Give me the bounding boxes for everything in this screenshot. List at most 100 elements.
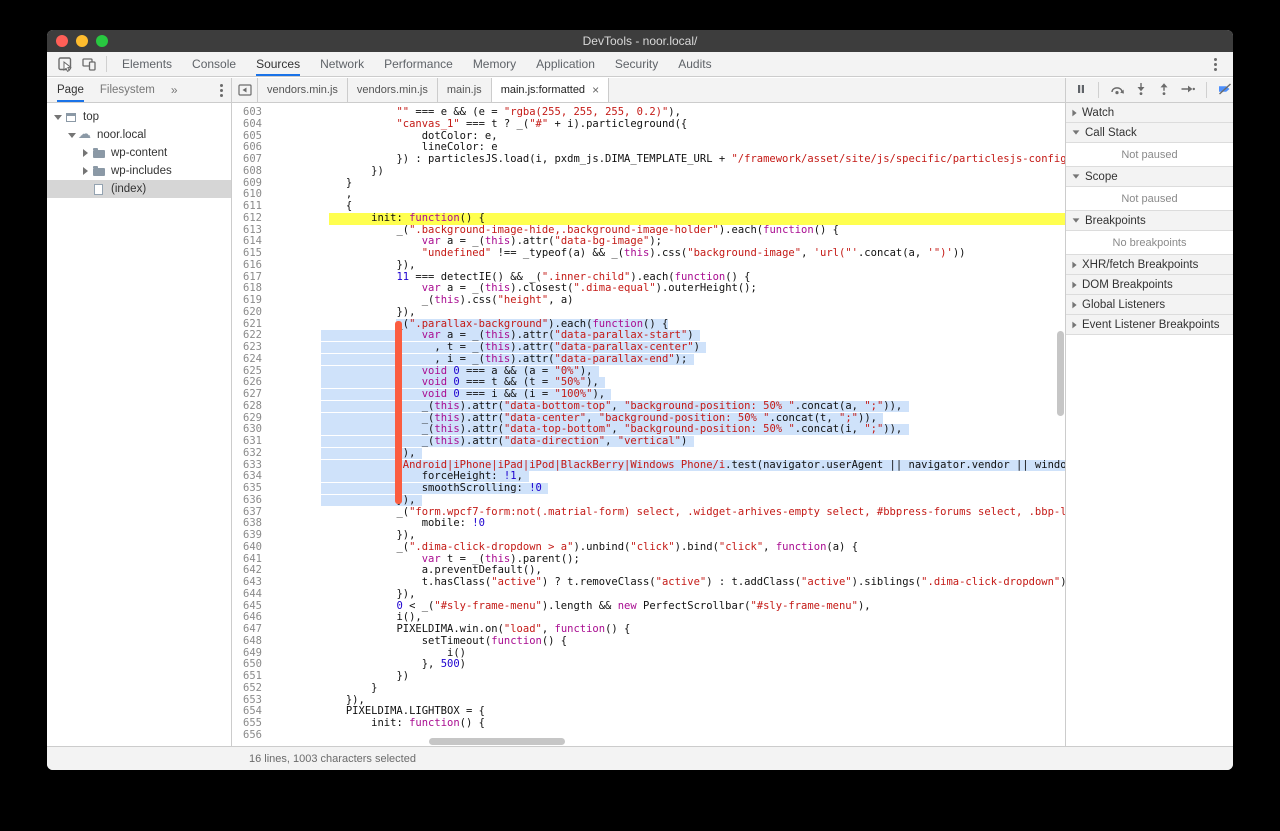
- deactivate-breakpoints-icon[interactable]: [1218, 82, 1232, 98]
- tab-security[interactable]: Security: [605, 52, 668, 76]
- code-line[interactable]: 614 var a = _(this).attr("data-bg-image"…: [232, 236, 1065, 248]
- tree-item-wp-includes[interactable]: wp-includes: [47, 162, 231, 180]
- code-line[interactable]: 650 }, 500): [232, 659, 1065, 671]
- code-line[interactable]: 628 _(this).attr("data-bottom-top", "bac…: [232, 400, 1065, 413]
- step-out-icon[interactable]: [1158, 82, 1170, 98]
- line-number[interactable]: 604: [232, 119, 270, 131]
- line-number[interactable]: 619: [232, 295, 270, 307]
- line-number[interactable]: 616: [232, 260, 270, 272]
- code-line[interactable]: 638 mobile: !0: [232, 518, 1065, 530]
- line-number[interactable]: 627: [232, 389, 270, 401]
- code-line[interactable]: 619 _(this).css("height", a): [232, 295, 1065, 307]
- code-line[interactable]: 646 i(),: [232, 612, 1065, 624]
- line-number[interactable]: 629: [232, 413, 270, 425]
- expand-arrow-icon[interactable]: [80, 149, 91, 157]
- code-line[interactable]: 649 i(): [232, 648, 1065, 660]
- line-number[interactable]: 608: [232, 166, 270, 178]
- code-line[interactable]: 603 "" === e && (e = "rgba(255, 255, 255…: [232, 107, 1065, 119]
- code-line[interactable]: 617 11 === detectIE() && _(".inner-child…: [232, 272, 1065, 284]
- horizontal-scrollbar[interactable]: [429, 738, 565, 745]
- code-line[interactable]: 613 _(".background-image-hide,.backgroun…: [232, 225, 1065, 237]
- code-line[interactable]: 616 }),: [232, 260, 1065, 272]
- tab-sources[interactable]: Sources: [246, 52, 310, 76]
- code-line[interactable]: 611 {: [232, 201, 1065, 213]
- line-number[interactable]: 631: [232, 436, 270, 448]
- code-line[interactable]: 630 _(this).attr("data-top-bottom", "bac…: [232, 424, 1065, 436]
- line-number[interactable]: 635: [232, 483, 270, 495]
- section-header-scope[interactable]: Scope: [1066, 167, 1233, 187]
- close-tab-icon[interactable]: ×: [592, 83, 599, 97]
- more-tabs-icon[interactable]: »: [171, 83, 178, 97]
- tab-application[interactable]: Application: [526, 52, 605, 76]
- section-header-watch[interactable]: Watch: [1066, 103, 1233, 123]
- expand-arrow-icon[interactable]: [80, 167, 91, 175]
- code-line[interactable]: 609 }: [232, 178, 1065, 190]
- code-line[interactable]: 639 }),: [232, 530, 1065, 542]
- line-number[interactable]: 622: [232, 330, 270, 342]
- code-line[interactable]: 645 0 < _("#sly-frame-menu").length && n…: [232, 601, 1065, 613]
- line-number[interactable]: 646: [232, 612, 270, 624]
- inspect-icon[interactable]: [53, 53, 77, 75]
- line-number[interactable]: 605: [232, 131, 270, 143]
- code-line[interactable]: 647 PIXELDIMA.win.on("load", function() …: [232, 624, 1065, 636]
- code-line[interactable]: 623 , t = _(this).attr("data-parallax-ce…: [232, 342, 1065, 354]
- tab-memory[interactable]: Memory: [463, 52, 526, 76]
- expand-arrow-icon[interactable]: [66, 132, 77, 138]
- tab-console[interactable]: Console: [182, 52, 246, 76]
- titlebar[interactable]: DevTools - noor.local/: [47, 30, 1233, 52]
- editor-tab-main-js[interactable]: main.js: [437, 78, 492, 102]
- line-number[interactable]: 623: [232, 342, 270, 354]
- tree-item-wp-content[interactable]: wp-content: [47, 144, 231, 162]
- code-line[interactable]: 610 ,: [232, 189, 1065, 201]
- line-number[interactable]: 648: [232, 636, 270, 648]
- line-number[interactable]: 611: [232, 201, 270, 213]
- tree-item-index[interactable]: (index): [47, 180, 231, 198]
- code-line[interactable]: 656: [232, 730, 1065, 742]
- line-number[interactable]: 650: [232, 659, 270, 671]
- code-line[interactable]: 636 }),: [232, 494, 1065, 507]
- code-line[interactable]: 607 }) : particlesJS.load(i, pxdm_js.DIM…: [232, 154, 1065, 166]
- editor-tab-vendors-min-js[interactable]: vendors.min.js: [258, 78, 348, 102]
- code-line[interactable]: 629 _(this).attr("data-center", "backgro…: [232, 412, 1065, 425]
- code-line[interactable]: 626 void 0 === t && (t = "50%"),: [232, 377, 1065, 389]
- expand-arrow-icon[interactable]: [52, 114, 63, 120]
- code-line[interactable]: 620 }),: [232, 307, 1065, 319]
- line-number[interactable]: 624: [232, 354, 270, 366]
- line-number[interactable]: 643: [232, 577, 270, 589]
- line-number[interactable]: 652: [232, 683, 270, 695]
- line-number[interactable]: 637: [232, 507, 270, 519]
- tab-network[interactable]: Network: [310, 52, 374, 76]
- code-line[interactable]: 651 }): [232, 671, 1065, 683]
- code-line[interactable]: 633 /Android|iPhone|iPad|iPod|BlackBerry…: [232, 459, 1065, 472]
- line-number[interactable]: 642: [232, 565, 270, 577]
- code-line[interactable]: 641 var t = _(this).parent();: [232, 554, 1065, 566]
- line-number[interactable]: 628: [232, 401, 270, 413]
- code-line[interactable]: 618 var a = _(this).closest(".dima-equal…: [232, 283, 1065, 295]
- navigator-more-options-icon[interactable]: [220, 83, 223, 97]
- line-number[interactable]: 656: [232, 730, 270, 742]
- code-line[interactable]: 654 PIXELDIMA.LIGHTBOX = {: [232, 706, 1065, 718]
- line-number[interactable]: 634: [232, 471, 270, 483]
- line-number[interactable]: 603: [232, 107, 270, 119]
- code-line[interactable]: 612 init: function() {: [232, 212, 1065, 225]
- code-line[interactable]: 642 a.preventDefault(),: [232, 565, 1065, 577]
- code-line[interactable]: 622 var a = _(this).attr("data-parallax-…: [232, 330, 1065, 342]
- code-line[interactable]: 624 , i = _(this).attr("data-parallax-en…: [232, 353, 1065, 366]
- tree-item-top[interactable]: top: [47, 108, 231, 126]
- section-header-event-listener-breakpoints[interactable]: Event Listener Breakpoints: [1066, 315, 1233, 335]
- line-number[interactable]: 641: [232, 554, 270, 566]
- line-number[interactable]: 647: [232, 624, 270, 636]
- editor-tab-main-js-formatted[interactable]: main.js:formatted ×: [491, 78, 610, 102]
- tree-item-noor-local[interactable]: ☁ noor.local: [47, 126, 231, 144]
- code-line[interactable]: 621 _(".parallax-background").each(funct…: [232, 318, 1065, 331]
- line-number[interactable]: 607: [232, 154, 270, 166]
- line-number[interactable]: 645: [232, 601, 270, 613]
- line-number[interactable]: 654: [232, 706, 270, 718]
- tab-performance[interactable]: Performance: [374, 52, 463, 76]
- pause-icon[interactable]: [1075, 83, 1087, 98]
- code-line[interactable]: 634 forceHeight: !1,: [232, 471, 1065, 483]
- line-number[interactable]: 614: [232, 236, 270, 248]
- more-options-icon[interactable]: [1203, 53, 1227, 75]
- section-header-breakpoints[interactable]: Breakpoints: [1066, 211, 1233, 231]
- tab-elements[interactable]: Elements: [112, 52, 182, 76]
